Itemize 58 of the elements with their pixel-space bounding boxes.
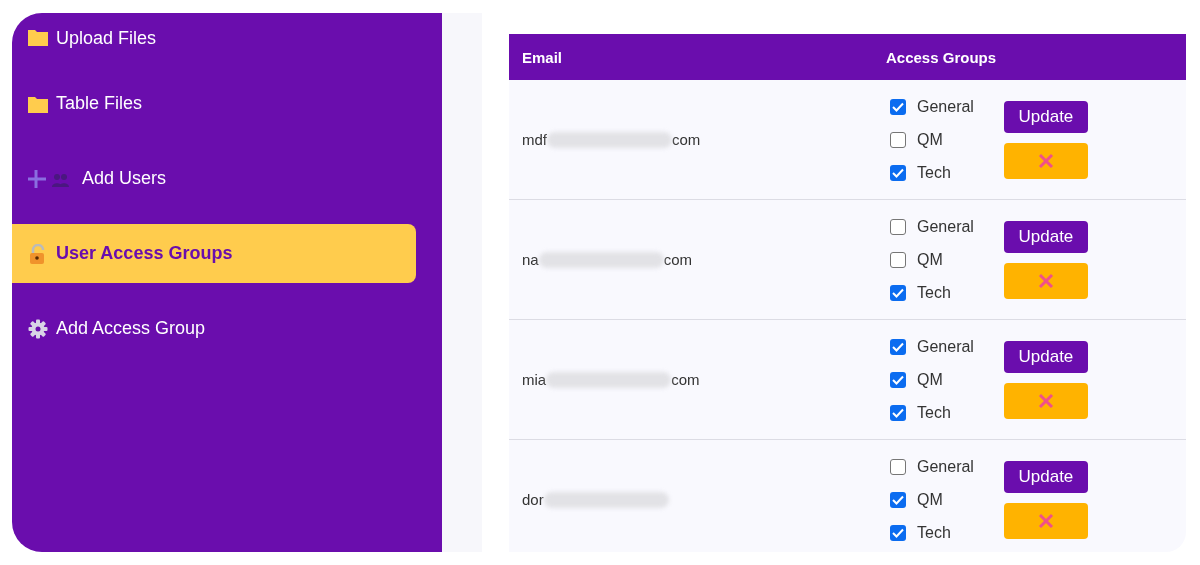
- checkbox-label: Tech: [917, 523, 951, 542]
- checkbox-label: General: [917, 337, 974, 356]
- close-icon: [1037, 152, 1054, 169]
- close-icon: [1037, 392, 1054, 409]
- checkbox-label: Tech: [917, 403, 951, 422]
- sidebar-item[interactable]: Add Users: [12, 149, 416, 208]
- checkbox[interactable]: [890, 458, 906, 475]
- close-icon: [1037, 512, 1054, 529]
- checkbox[interactable]: [890, 404, 906, 421]
- sidebar-item-label: Add Access Group: [56, 318, 206, 339]
- sidebar-item-label: Table Files: [56, 93, 143, 114]
- checkbox[interactable]: [890, 98, 906, 115]
- checkbox-label: Tech: [917, 163, 951, 182]
- checkbox[interactable]: [890, 371, 906, 388]
- checkbox-label: QM: [917, 370, 943, 389]
- sidebar-item[interactable]: Upload Files: [12, 18, 416, 58]
- sidebar-item[interactable]: User Access Groups: [12, 224, 416, 283]
- gear-icon: [28, 318, 48, 339]
- checkbox[interactable]: [890, 251, 906, 268]
- delete-button[interactable]: [1003, 382, 1088, 419]
- update-button[interactable]: Update: [1003, 460, 1088, 493]
- email-start: mia: [522, 371, 547, 388]
- checkbox-label: General: [917, 217, 974, 236]
- email-end: com: [663, 251, 693, 268]
- checkbox-label: Tech: [917, 283, 951, 302]
- email-end: com: [671, 371, 700, 388]
- checkbox-label: QM: [917, 490, 943, 509]
- checkbox-label: QM: [917, 130, 943, 149]
- email-start: na: [522, 251, 539, 268]
- column-header: Access Groups: [885, 48, 998, 66]
- email-start: mdf: [522, 131, 547, 148]
- close-icon: [1037, 272, 1054, 289]
- delete-button[interactable]: [1003, 262, 1088, 299]
- update-button[interactable]: Update: [1003, 100, 1088, 133]
- sidebar-item[interactable]: Add Access Group: [12, 299, 416, 358]
- checkbox[interactable]: [890, 164, 906, 181]
- folder-icon: [28, 28, 48, 46]
- email-end: com: [672, 131, 701, 148]
- checkbox-label: QM: [917, 250, 943, 269]
- checkbox[interactable]: [890, 491, 906, 508]
- email-start: dor: [522, 491, 544, 508]
- checkbox[interactable]: [890, 338, 906, 355]
- update-button[interactable]: Update: [1003, 220, 1088, 253]
- sidebar-item-label: Add Users: [82, 168, 167, 189]
- delete-button[interactable]: [1003, 142, 1088, 179]
- delete-button[interactable]: [1003, 502, 1088, 539]
- checkbox[interactable]: [890, 218, 906, 235]
- checkbox[interactable]: [890, 524, 906, 541]
- sidebar-item-label: User Access Groups: [56, 243, 233, 264]
- checkbox[interactable]: [890, 131, 906, 148]
- update-button[interactable]: Update: [1003, 340, 1088, 373]
- column-header: Email: [521, 48, 564, 66]
- checkbox-label: General: [917, 97, 974, 116]
- sidebar-item[interactable]: Table Files: [12, 74, 416, 133]
- sidebar-item-label: Upload Files: [56, 28, 157, 49]
- checkbox-label: General: [917, 457, 974, 476]
- folder-icon: [28, 94, 48, 113]
- checkbox[interactable]: [890, 284, 906, 301]
